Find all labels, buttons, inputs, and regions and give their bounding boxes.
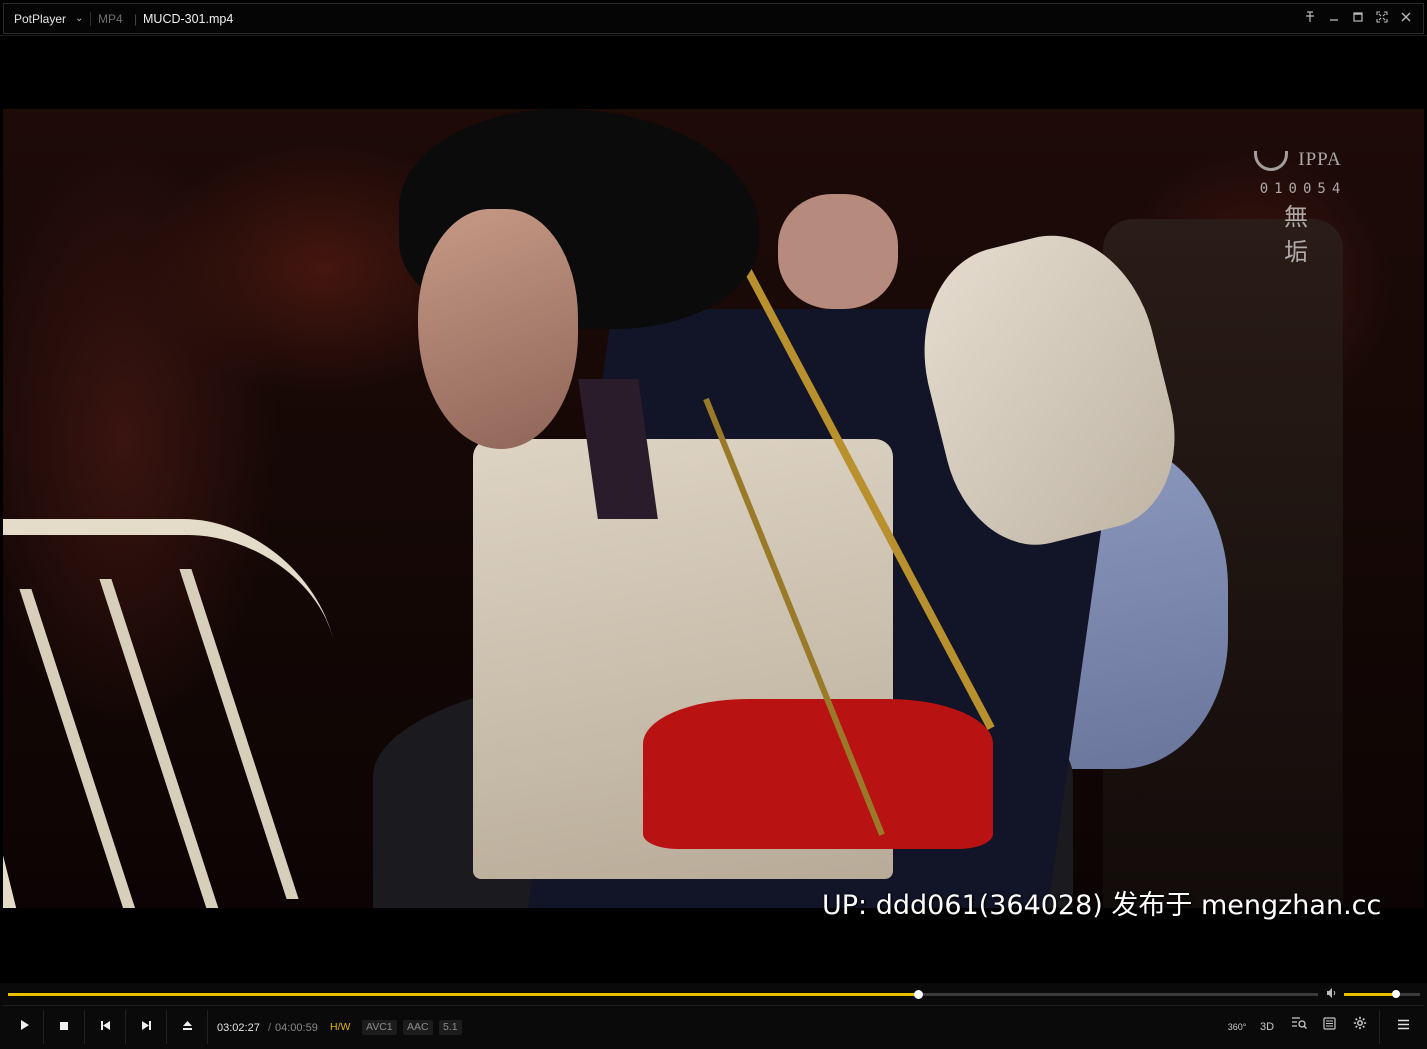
video-codec-badge[interactable]: AVC1: [362, 1020, 397, 1035]
menu-icon[interactable]: [1391, 1015, 1415, 1039]
watermark-kanji: 無 垢: [1284, 203, 1336, 266]
control-row: 03:02:27 / 04:00:59 H/W AVC1 AAC 5.1 360…: [3, 1005, 1424, 1047]
fullscreen-icon[interactable]: [1373, 10, 1391, 28]
seek-handle[interactable]: [914, 990, 924, 999]
playlist-search-icon[interactable]: [1287, 1015, 1311, 1039]
audio-codec-badge[interactable]: AAC: [403, 1020, 433, 1035]
title-bar-frame: PotPlayer ⌄ MP4 | MUCD-301.mp4: [3, 3, 1424, 34]
scene-face: [418, 209, 578, 449]
divider: [166, 1010, 167, 1044]
settings-gear-icon[interactable]: [1348, 1015, 1372, 1039]
previous-button[interactable]: [93, 1015, 117, 1039]
volume-slider[interactable]: [1344, 990, 1420, 998]
eject-button[interactable]: [175, 1015, 199, 1039]
subtitle-list-icon[interactable]: [1317, 1015, 1341, 1039]
total-time[interactable]: 04:00:59: [275, 1022, 318, 1034]
play-button[interactable]: [12, 1015, 36, 1039]
scene-skirt: [643, 699, 993, 849]
stop-button[interactable]: [52, 1015, 76, 1039]
scene-hand: [778, 194, 898, 309]
close-icon[interactable]: [1397, 10, 1415, 28]
title-separator: |: [134, 12, 138, 26]
minimize-icon[interactable]: [1325, 10, 1343, 28]
audio-channels-badge[interactable]: 5.1: [439, 1020, 462, 1035]
divider: [125, 1010, 126, 1044]
divider: [90, 12, 91, 26]
seek-bar[interactable]: [8, 990, 1318, 999]
ippa-watermark: IPPA 010054 無 垢: [1248, 149, 1358, 267]
seek-progress: [8, 993, 919, 996]
time-separator: /: [268, 1022, 272, 1034]
app-menu-button[interactable]: PotPlayer: [14, 12, 66, 26]
volume-icon[interactable]: [1326, 987, 1338, 1002]
file-title: MUCD-301.mp4: [143, 12, 234, 26]
watermark-number: 010054: [1259, 181, 1347, 197]
video-frame[interactable]: IPPA 010054 無 垢: [3, 109, 1424, 908]
subtitle-text: UP: ddd061(364028) 发布于 mengzhan.cc: [822, 890, 1382, 921]
divider: [207, 1010, 208, 1044]
pin-icon[interactable]: [1301, 10, 1319, 28]
maximize-icon[interactable]: [1349, 10, 1367, 28]
title-bar: PotPlayer ⌄ MP4 | MUCD-301.mp4: [0, 0, 1427, 36]
divider: [43, 1010, 44, 1044]
volume-handle[interactable]: [1391, 990, 1400, 998]
divider: [1379, 1010, 1380, 1044]
format-label: MP4: [98, 12, 123, 26]
chevron-down-icon[interactable]: ⌄: [75, 13, 83, 24]
vr-360-button[interactable]: 360°: [1225, 1015, 1249, 1039]
next-button[interactable]: [134, 1015, 158, 1039]
current-time[interactable]: 03:02:27: [217, 1022, 260, 1034]
hw-decode-badge[interactable]: H/W: [326, 1020, 354, 1035]
divider: [84, 1010, 85, 1044]
control-bar: 03:02:27 / 04:00:59 H/W AVC1 AAC 5.1 360…: [0, 983, 1427, 1049]
volume-level: [1344, 993, 1396, 996]
3d-button[interactable]: 3D: [1255, 1015, 1279, 1039]
